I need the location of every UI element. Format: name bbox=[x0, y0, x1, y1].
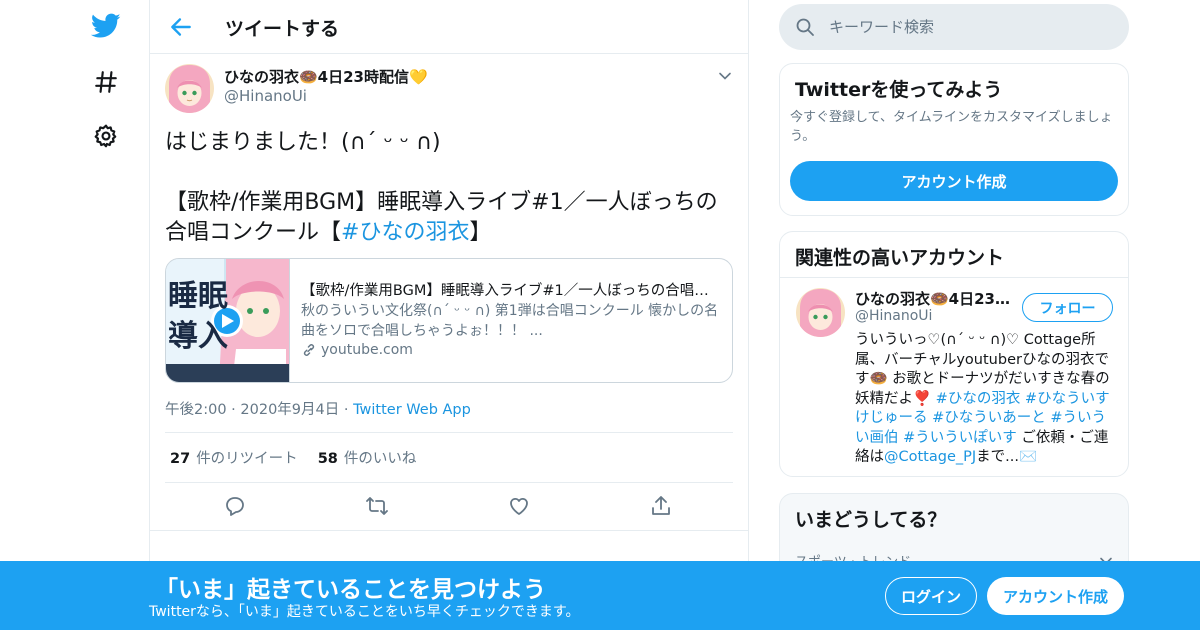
login-button[interactable]: ログイン bbox=[885, 577, 977, 615]
bio-text-3: まで...✉️ bbox=[976, 449, 1038, 465]
create-account-button[interactable]: アカウント作成 bbox=[790, 161, 1118, 201]
avatar[interactable] bbox=[165, 64, 214, 113]
tweet-text: はじまりました！(∩´ ᵕ ᵕ ∩) 【歌枠/作業用BGM】睡眠導入ライブ#1／一… bbox=[165, 128, 735, 248]
card-description: 秋のういうい文化祭(∩´ ᵕ ᵕ ∩) 第1弾は合唱コンクール 懐かしの名曲をソ… bbox=[301, 303, 719, 339]
card-title: 【歌枠/作業用BGM】睡眠導入ライブ#1／一人ぼっちの合唱コンクール bbox=[301, 283, 721, 299]
related-user-bio: ういういっ♡(∩´ ᵕ ᵕ ∩)♡ Cottage所属、バーチャルyoutube… bbox=[855, 331, 1115, 468]
signup-banner: 「いま」起きていることを見つけよう Twitterなら、「いま」起きていることを… bbox=[0, 561, 1200, 630]
retweet-number: 27 bbox=[170, 451, 191, 467]
like-label: 件のいいね bbox=[343, 451, 417, 467]
play-icon[interactable] bbox=[211, 305, 243, 337]
tweet-source[interactable]: Twitter Web App bbox=[353, 402, 471, 418]
link-card[interactable]: 睡眠 導入 【歌枠/作業用BGM】睡眠導入ライブ#1／一人ぼっちの合唱コンクール … bbox=[165, 258, 733, 383]
link-icon bbox=[303, 344, 315, 356]
divider bbox=[780, 277, 1128, 278]
divider bbox=[165, 482, 733, 483]
follow-button[interactable]: フォロー bbox=[1022, 293, 1113, 322]
like-count[interactable]: 58 件のいいね bbox=[318, 447, 417, 468]
retweet-icon[interactable] bbox=[365, 494, 391, 520]
card-thumbnail: 睡眠 導入 bbox=[166, 259, 290, 382]
like-number: 58 bbox=[317, 451, 338, 467]
search-input[interactable] bbox=[829, 14, 1109, 40]
search-icon bbox=[795, 17, 815, 37]
back-arrow-icon[interactable] bbox=[168, 14, 194, 40]
card-domain-text: youtube.com bbox=[321, 342, 413, 358]
banner-create-account-button[interactable]: アカウント作成 bbox=[987, 577, 1124, 615]
banner-title: 「いま」起きていることを見つけよう bbox=[155, 577, 546, 603]
related-user-handle[interactable]: @HinanoUi bbox=[855, 308, 932, 324]
signup-box: Twitterを使ってみよう 今すぐ登録して、タイムラインをカスタマイズしましょ… bbox=[779, 63, 1129, 216]
search-box bbox=[779, 4, 1129, 50]
tweet-actions bbox=[165, 494, 733, 522]
twitter-logo-icon[interactable] bbox=[88, 8, 124, 44]
tweet-stats: 27 件のリツイート 58 件のいいね bbox=[170, 447, 416, 468]
reply-icon[interactable] bbox=[223, 494, 249, 520]
tweet-date[interactable]: 2020年9月4日 bbox=[240, 402, 339, 418]
divider bbox=[165, 432, 733, 433]
tweet-text-line1: はじまりました！(∩´ ᵕ ᵕ ∩) bbox=[165, 130, 441, 155]
tweet-meta: 午後2:00 · 2020年9月4日 · Twitter Web App bbox=[165, 402, 471, 418]
signup-box-subtitle: 今すぐ登録して、タイムラインをカスタマイズしましょう。 bbox=[790, 110, 1113, 144]
hashtag-icon[interactable] bbox=[88, 64, 124, 100]
page-header: ツイートする bbox=[150, 0, 748, 54]
author-handle[interactable]: @HinanoUi bbox=[224, 87, 307, 105]
page-title: ツイートする bbox=[225, 18, 340, 40]
author-name[interactable]: ひなの羽衣🍩4日23時配信💛 bbox=[224, 66, 428, 87]
share-icon[interactable] bbox=[649, 494, 675, 520]
divider bbox=[150, 530, 748, 531]
bio-mention[interactable]: @Cottage_PJ bbox=[884, 449, 976, 465]
related-user-name[interactable]: ひなの羽衣🍩4日23時配信💛 bbox=[855, 288, 1015, 309]
avatar[interactable] bbox=[796, 288, 845, 337]
trends-title: いまどうしてる？ bbox=[795, 509, 947, 531]
card-domain: youtube.com bbox=[301, 342, 413, 358]
main-column: ツイートする ひなの羽衣🍩4日23時配信💛 @HinanoUi はじまりました！… bbox=[149, 0, 749, 630]
retweet-count[interactable]: 27 件のリツイート bbox=[170, 447, 298, 468]
hashtag-link[interactable]: #ひなの羽衣 bbox=[341, 220, 469, 245]
retweet-label: 件のリツイート bbox=[196, 451, 298, 467]
chevron-down-icon[interactable] bbox=[717, 68, 733, 84]
related-accounts-box: 関連性の高いアカウント ひなの羽衣🍩4日23時配信💛 @HinanoUi フォロ… bbox=[779, 231, 1129, 477]
signup-box-title: Twitterを使ってみよう bbox=[795, 79, 1003, 101]
banner-subtitle: Twitterなら、「いま」起きていることをいち早くチェックできます。 bbox=[149, 604, 580, 620]
like-icon[interactable] bbox=[507, 494, 533, 520]
tweet-time[interactable]: 午後2:00 bbox=[165, 402, 227, 418]
tweet-text-end: 】 bbox=[469, 220, 492, 245]
gear-icon[interactable] bbox=[88, 118, 124, 154]
related-title: 関連性の高いアカウント bbox=[795, 247, 1005, 269]
